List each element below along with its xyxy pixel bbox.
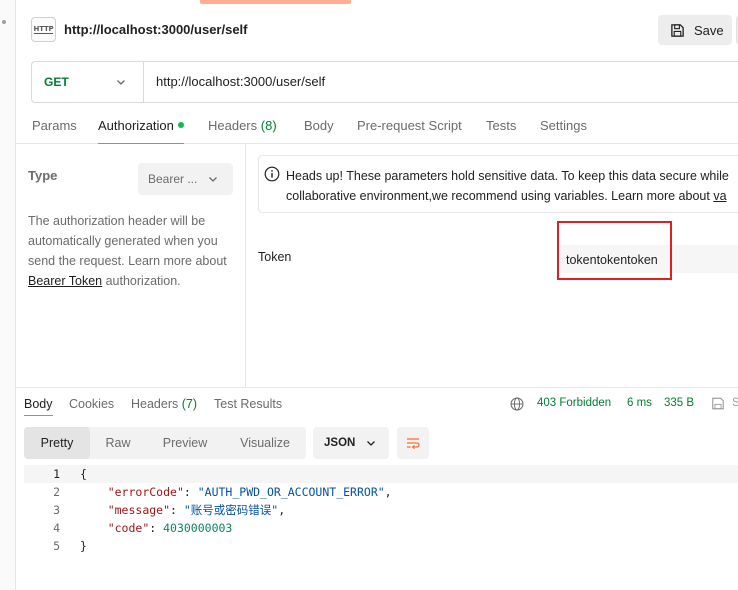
tab-params[interactable]: Params xyxy=(32,118,77,144)
request-tabs: Params Authorization Headers (8) Body Pr… xyxy=(16,110,738,144)
auth-type-select[interactable]: Bearer ... xyxy=(138,163,233,195)
method-select[interactable]: GET xyxy=(32,62,144,102)
response-body-code[interactable]: 1{ 2 "errorCode": "AUTH_PWD_OR_ACCOUNT_E… xyxy=(16,462,738,590)
http-icon-text: HTTP xyxy=(33,25,54,34)
line-number: 2 xyxy=(53,485,60,499)
view-pretty-button[interactable]: Pretty xyxy=(24,427,90,459)
code-text: { xyxy=(80,465,87,483)
tab-settings[interactable]: Settings xyxy=(540,118,587,144)
response-size[interactable]: 335 B xyxy=(664,397,694,409)
view-preview-button[interactable]: Preview xyxy=(146,427,224,459)
format-value: JSON xyxy=(324,437,356,449)
chevron-down-icon xyxy=(367,441,375,446)
chevron-down-icon xyxy=(117,80,125,85)
notice-text: Heads up! These parameters hold sensitiv… xyxy=(286,166,738,206)
json-key: "code" xyxy=(107,521,150,535)
tab-headers-label: Headers xyxy=(208,118,258,133)
line-number: 4 xyxy=(53,521,60,535)
tab-authorization[interactable]: Authorization xyxy=(98,118,184,144)
highlight-annotation xyxy=(557,221,672,280)
resp-tab-headers[interactable]: Headers (7) xyxy=(131,397,197,411)
resp-tab-test-results[interactable]: Test Results xyxy=(214,397,282,411)
http-request-icon: HTTP xyxy=(31,17,56,42)
gutter-marker xyxy=(2,20,6,24)
tab-authorization-label: Authorization xyxy=(98,118,174,133)
save-response-icon[interactable] xyxy=(711,396,725,411)
left-sidebar-edge xyxy=(0,0,16,590)
line-number: 5 xyxy=(53,539,60,553)
save-icon xyxy=(671,23,684,37)
auth-description: The authorization header will be automat… xyxy=(28,211,238,291)
save-label: Save xyxy=(694,22,724,38)
view-mode-selector: Pretty Raw Preview Visualize xyxy=(24,427,306,459)
code-line: 1{ xyxy=(16,465,87,483)
tab-headers[interactable]: Headers (8) xyxy=(208,118,277,144)
tab-tests[interactable]: Tests xyxy=(486,118,516,144)
resp-headers-label: Headers xyxy=(131,397,179,411)
code-line: 2 "errorCode": "AUTH_PWD_OR_ACCOUNT_ERRO… xyxy=(16,483,392,501)
auth-desc-tail: authorization. xyxy=(102,274,181,288)
json-value: "账号或密码错误" xyxy=(183,503,279,517)
token-label: Token xyxy=(258,250,292,264)
resp-tab-cookies[interactable]: Cookies xyxy=(69,397,114,411)
response-divider[interactable] xyxy=(16,387,738,388)
url-input[interactable] xyxy=(156,74,716,89)
wrap-lines-icon xyxy=(407,438,420,450)
url-bar: GET xyxy=(31,61,738,103)
globe-icon[interactable] xyxy=(510,397,524,411)
request-title[interactable]: http://localhost:3000/user/self xyxy=(64,22,248,37)
info-icon xyxy=(264,166,280,182)
code-text: } xyxy=(80,537,87,555)
open-brace: { xyxy=(80,467,87,481)
line-number: 3 xyxy=(53,503,60,517)
response-status[interactable]: 403 Forbidden xyxy=(537,397,611,409)
notice-line-1: Heads up! These parameters hold sensitiv… xyxy=(286,169,729,183)
bearer-token-link[interactable]: Bearer Token xyxy=(28,274,102,288)
json-key: "errorCode" xyxy=(107,485,184,499)
save-button[interactable]: Save xyxy=(658,15,732,45)
code-text: "code": 4030000003 xyxy=(107,521,233,535)
save-response-label: S xyxy=(732,397,738,409)
notice-line-2: collaborative environment,we recommend u… xyxy=(286,189,714,203)
type-label: Type xyxy=(28,168,58,183)
json-value: 4030000003 xyxy=(163,521,233,535)
code-line: 4 "code": 4030000003 xyxy=(16,519,232,537)
view-visualize-button[interactable]: Visualize xyxy=(224,427,306,459)
code-line: 5} xyxy=(16,537,87,555)
auth-desc-text: The authorization header will be automat… xyxy=(28,214,227,268)
line-number: 1 xyxy=(53,467,60,481)
tab-body[interactable]: Body xyxy=(304,118,334,144)
auth-type-pane: Type Bearer ... The authorization header… xyxy=(16,144,246,387)
code-text: "message": "账号或密码错误", xyxy=(107,503,286,517)
tab-prerequest-script[interactable]: Pre-request Script xyxy=(357,118,462,144)
view-raw-button[interactable]: Raw xyxy=(90,427,146,459)
json-key: "message" xyxy=(107,503,171,517)
sensitive-data-notice: Heads up! These parameters hold sensitiv… xyxy=(258,155,738,213)
request-header: HTTP http://localhost:3000/user/self Sav… xyxy=(16,0,738,60)
json-value: "AUTH_PWD_OR_ACCOUNT_ERROR" xyxy=(197,485,385,499)
chevron-down-icon xyxy=(209,177,217,182)
resp-tab-body[interactable]: Body xyxy=(24,397,53,416)
status-dot xyxy=(177,122,184,128)
headers-count: (8) xyxy=(260,118,277,133)
auth-type-value: Bearer ... xyxy=(148,172,198,186)
format-select[interactable]: JSON xyxy=(313,427,389,459)
wrap-lines-button[interactable] xyxy=(397,427,429,459)
current-line-highlight xyxy=(24,465,738,483)
close-brace: } xyxy=(80,539,87,553)
code-text: "errorCode": "AUTH_PWD_OR_ACCOUNT_ERROR"… xyxy=(107,485,392,499)
resp-headers-count: (7) xyxy=(181,397,198,411)
variables-learn-more-link[interactable]: va xyxy=(713,189,726,203)
method-label: GET xyxy=(44,75,69,89)
code-line: 3 "message": "账号或密码错误", xyxy=(16,501,285,519)
response-time[interactable]: 6 ms xyxy=(627,397,652,409)
